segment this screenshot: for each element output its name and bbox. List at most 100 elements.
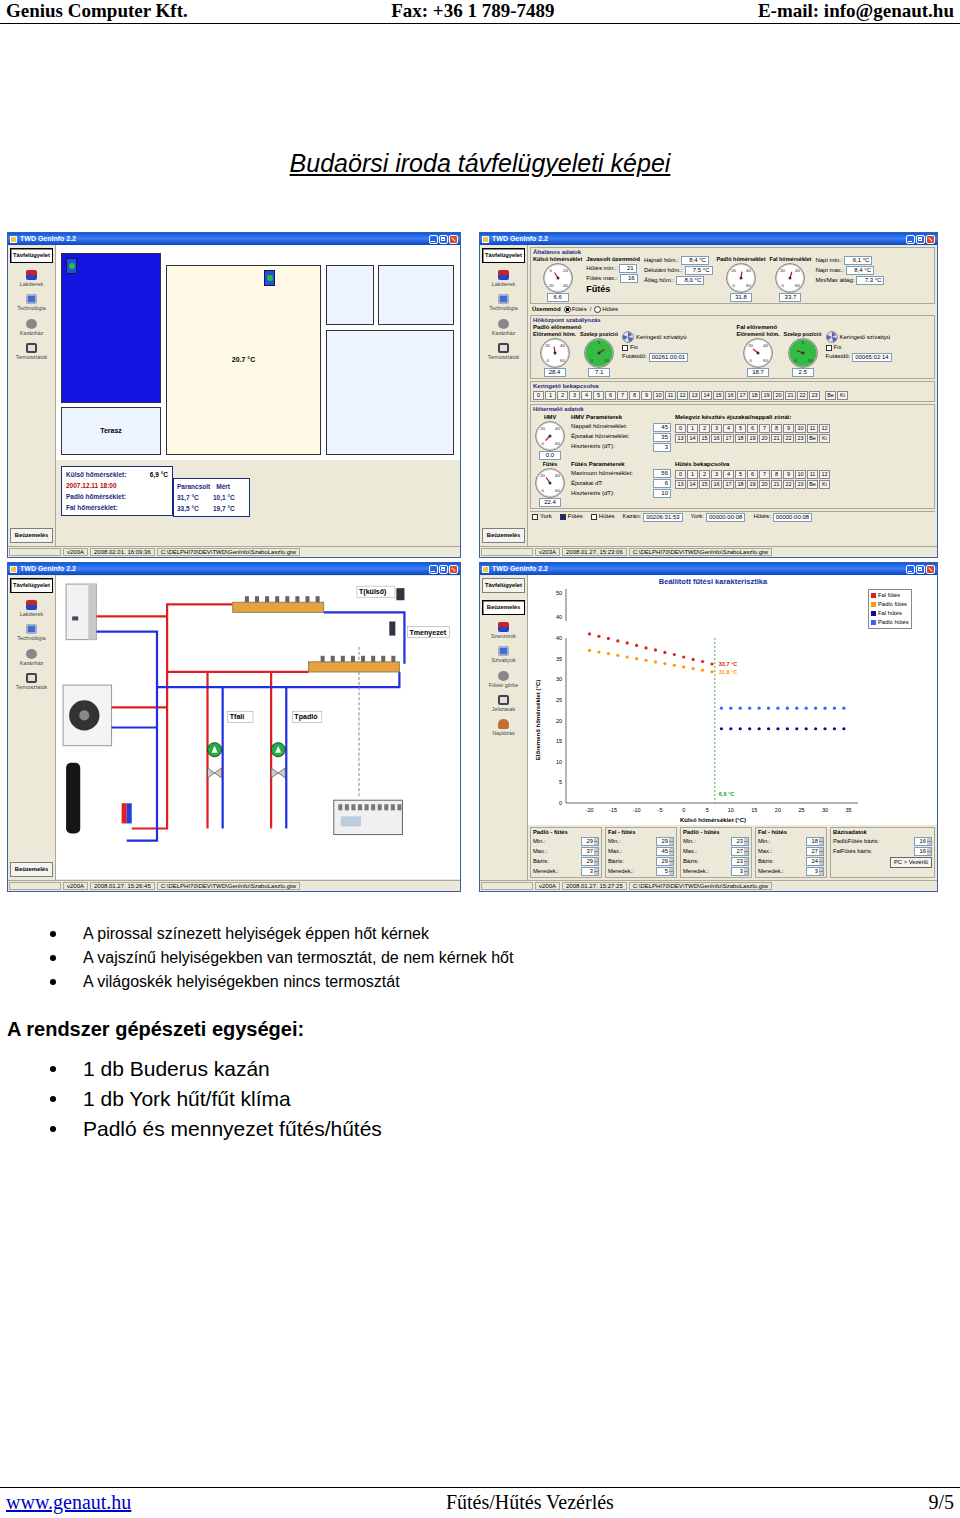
hour-button[interactable]: 9 bbox=[783, 470, 794, 479]
hour-button[interactable]: 0 bbox=[675, 470, 686, 479]
hour-button[interactable]: 12 bbox=[677, 391, 688, 400]
hour-button[interactable]: 8 bbox=[629, 391, 640, 400]
hour-button[interactable]: 7 bbox=[617, 391, 628, 400]
hour-button[interactable]: 7 bbox=[759, 424, 770, 433]
spin-field[interactable]: 16 bbox=[914, 847, 932, 856]
on-button[interactable]: Be bbox=[807, 480, 818, 489]
minimize-button[interactable] bbox=[429, 565, 438, 574]
hour-button[interactable]: 19 bbox=[747, 480, 758, 489]
fix-checkbox[interactable]: Fix bbox=[826, 344, 892, 351]
nav-item[interactable]: Technológia bbox=[10, 624, 53, 641]
off-button[interactable]: Ki bbox=[819, 434, 830, 443]
close-button[interactable] bbox=[926, 235, 935, 244]
room[interactable]: Terasz bbox=[61, 407, 161, 455]
on-button[interactable]: Be bbox=[825, 391, 836, 400]
close-button[interactable] bbox=[449, 565, 458, 574]
spin-field[interactable]: 3 bbox=[806, 867, 824, 876]
off-button[interactable]: Ki bbox=[819, 480, 830, 489]
hour-button[interactable]: 5 bbox=[735, 424, 746, 433]
spin-field[interactable]: 29 bbox=[656, 837, 674, 846]
hour-button[interactable]: 6 bbox=[747, 424, 758, 433]
hour-button[interactable]: 16 bbox=[711, 480, 722, 489]
hour-button[interactable]: 11 bbox=[807, 470, 818, 479]
hour-button[interactable]: 8 bbox=[771, 424, 782, 433]
hour-button[interactable]: 4 bbox=[723, 424, 734, 433]
nav-item[interactable]: Fűtési görbe bbox=[482, 671, 525, 688]
hour-button[interactable]: 14 bbox=[701, 391, 712, 400]
hour-button[interactable]: 22 bbox=[797, 391, 808, 400]
nav-item[interactable]: Lakóterek bbox=[482, 270, 525, 287]
hour-button[interactable]: 10 bbox=[795, 424, 806, 433]
nav-item[interactable]: Szivattyúk bbox=[482, 646, 525, 663]
off-button[interactable]: Ki bbox=[837, 391, 848, 400]
hour-button[interactable]: 13 bbox=[689, 391, 700, 400]
nav-item[interactable]: Termosztátok bbox=[10, 673, 53, 690]
nav-button[interactable]: Távfelügyelet bbox=[10, 248, 53, 263]
hour-button[interactable]: 22 bbox=[783, 434, 794, 443]
hour-button[interactable]: 2 bbox=[557, 391, 568, 400]
hour-button[interactable]: 5 bbox=[593, 391, 604, 400]
hour-button[interactable]: 23 bbox=[809, 391, 820, 400]
hour-button[interactable]: 0 bbox=[533, 391, 544, 400]
hour-button[interactable]: 16 bbox=[711, 434, 722, 443]
hour-button[interactable]: 23 bbox=[795, 480, 806, 489]
hour-button[interactable]: 20 bbox=[759, 434, 770, 443]
hour-button[interactable]: 17 bbox=[723, 480, 734, 489]
nav-item[interactable]: Jelszavak bbox=[482, 695, 525, 712]
nav-button[interactable]: Beüzemelés bbox=[482, 600, 525, 615]
spin-field[interactable]: 23 bbox=[731, 837, 749, 846]
hour-button[interactable]: 8 bbox=[771, 470, 782, 479]
hour-button[interactable]: 20 bbox=[773, 391, 784, 400]
spin-field[interactable]: 16 bbox=[914, 837, 932, 846]
minimize-button[interactable] bbox=[906, 565, 915, 574]
on-button[interactable]: Be bbox=[807, 434, 818, 443]
minimize-button[interactable] bbox=[906, 235, 915, 244]
hour-button[interactable]: 9 bbox=[641, 391, 652, 400]
spin-field[interactable]: 3 bbox=[581, 867, 599, 876]
nav-item[interactable]: Termosztátok bbox=[10, 343, 53, 360]
maximize-button[interactable] bbox=[916, 565, 925, 574]
hour-button[interactable]: 22 bbox=[783, 480, 794, 489]
hour-button[interactable]: 21 bbox=[785, 391, 796, 400]
nav-item[interactable]: Kazánház bbox=[10, 319, 53, 336]
hour-button[interactable]: 21 bbox=[771, 480, 782, 489]
status-checkbox[interactable]: Hűtés bbox=[591, 513, 615, 520]
hour-button[interactable]: 21 bbox=[771, 434, 782, 443]
nav-item[interactable]: Lakóterek bbox=[10, 270, 53, 287]
nav-item[interactable]: Szenzorok bbox=[482, 622, 525, 639]
hour-button[interactable]: 5 bbox=[735, 470, 746, 479]
hour-button[interactable]: 2 bbox=[699, 424, 710, 433]
spin-field[interactable]: 3 bbox=[731, 867, 749, 876]
spin-field[interactable]: 45 bbox=[656, 847, 674, 856]
hour-button[interactable]: 20 bbox=[759, 480, 770, 489]
hour-button[interactable]: 12 bbox=[819, 470, 830, 479]
hour-button[interactable]: 1 bbox=[687, 470, 698, 479]
spin-field[interactable]: 24 bbox=[806, 857, 824, 866]
hour-button[interactable]: 19 bbox=[747, 434, 758, 443]
hour-button[interactable]: 10 bbox=[795, 470, 806, 479]
mode-radio[interactable]: Fűtés bbox=[564, 306, 587, 313]
hour-button[interactable]: 18 bbox=[735, 480, 746, 489]
hour-button[interactable]: 1 bbox=[687, 424, 698, 433]
hour-button[interactable]: 6 bbox=[747, 470, 758, 479]
hour-button[interactable]: 16 bbox=[725, 391, 736, 400]
hour-button[interactable]: 13 bbox=[675, 434, 686, 443]
nav-item[interactable]: Lakóterek bbox=[10, 600, 53, 617]
close-button[interactable] bbox=[926, 565, 935, 574]
hour-button[interactable]: 11 bbox=[665, 391, 676, 400]
nav-item[interactable]: Naplózás bbox=[482, 719, 525, 736]
spin-field[interactable]: 29 bbox=[656, 857, 674, 866]
room[interactable] bbox=[378, 265, 454, 325]
upload-button[interactable]: PC > Vezérlő bbox=[890, 857, 932, 868]
spin-field[interactable]: 37 bbox=[581, 847, 599, 856]
website-link[interactable]: www.genaut.hu bbox=[6, 1490, 131, 1514]
spin-field[interactable]: 29 bbox=[581, 857, 599, 866]
maximize-button[interactable] bbox=[916, 235, 925, 244]
hour-button[interactable]: 6 bbox=[605, 391, 616, 400]
room[interactable] bbox=[326, 330, 454, 455]
hour-button[interactable]: 17 bbox=[723, 434, 734, 443]
hour-button[interactable]: 4 bbox=[581, 391, 592, 400]
hour-button[interactable]: 14 bbox=[687, 480, 698, 489]
hour-button[interactable]: 17 bbox=[737, 391, 748, 400]
status-checkbox[interactable]: Fűtés bbox=[560, 513, 583, 520]
